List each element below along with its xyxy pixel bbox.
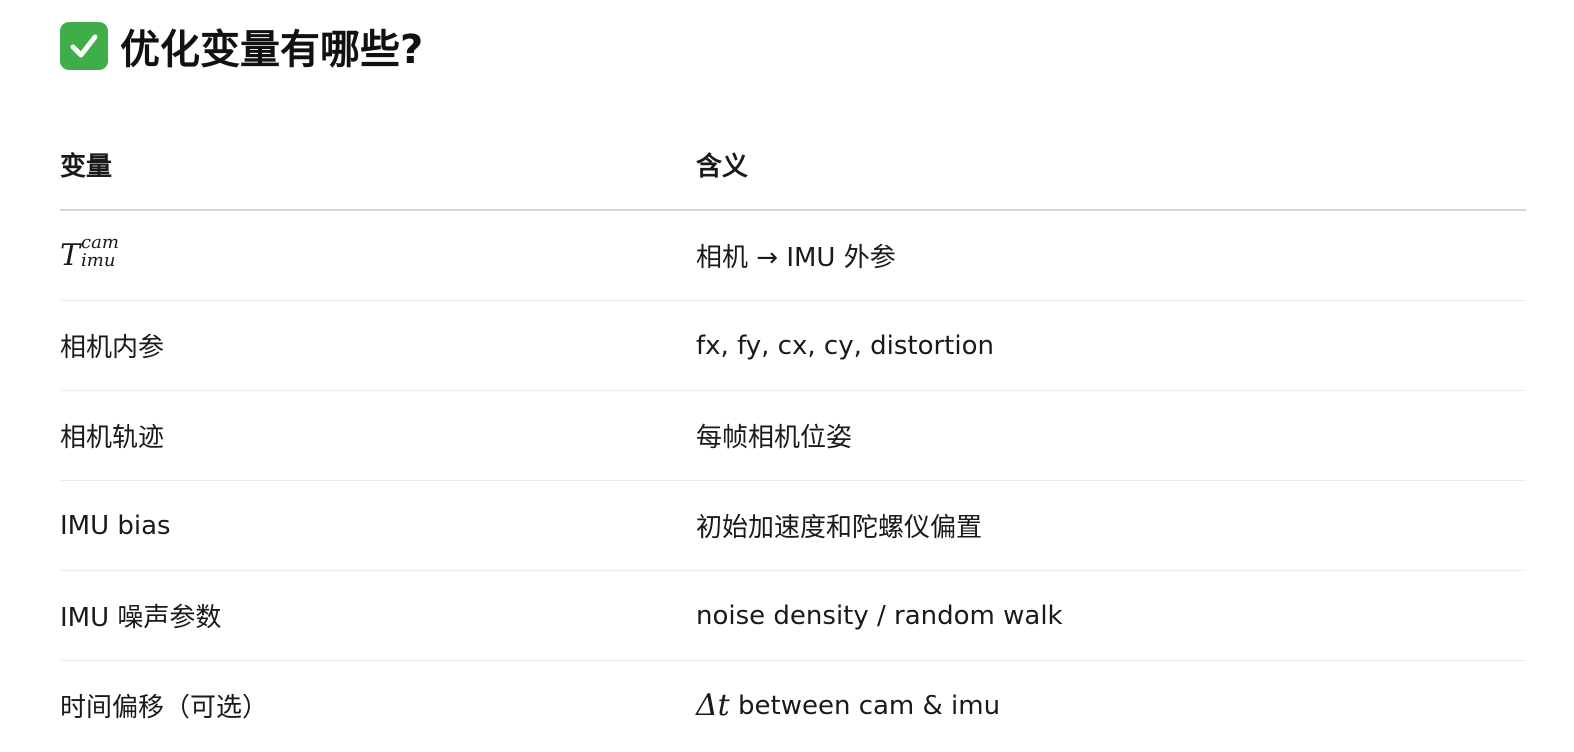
variable-cell: 相机轨迹 xyxy=(60,423,165,453)
meaning-cell: 每帧相机位姿 xyxy=(696,423,853,453)
table-header-row: 变量 含义 xyxy=(60,120,1526,211)
table-row: IMU bias 初始加速度和陀螺仪偏置 xyxy=(60,481,1526,571)
table-row: 相机内参 fx, fy, cx, cy, distortion xyxy=(60,301,1526,391)
meaning-cell: Δt between cam & imu xyxy=(696,661,1000,750)
variables-table: 变量 含义 T cam imu 相机 → IMU 外参 相机内参 fx, fy,… xyxy=(60,120,1526,750)
variable-cell: IMU 噪声参数 xyxy=(60,603,222,633)
math-base: T xyxy=(60,238,81,273)
meaning-cell: 初始加速度和陀螺仪偏置 xyxy=(696,513,983,543)
meaning-text: between cam & imu xyxy=(729,690,1001,721)
table-row: 时间偏移（可选） Δt between cam & imu xyxy=(60,661,1526,750)
meaning-cell: noise density / random walk xyxy=(696,600,1063,631)
math-subscript: imu xyxy=(81,249,116,271)
meaning-cell: 相机 → IMU 外参 xyxy=(696,243,896,273)
variable-cell: IMU bias xyxy=(60,510,171,541)
header-meaning: 含义 xyxy=(696,152,749,182)
variable-cell: 相机内参 xyxy=(60,333,165,363)
variable-cell: T cam imu xyxy=(60,211,119,300)
math-superscript: cam xyxy=(81,231,119,253)
math-delta-t: Δt xyxy=(696,688,730,723)
header-variable: 变量 xyxy=(60,152,113,182)
check-mark-button-icon xyxy=(60,22,108,70)
table-row: IMU 噪声参数 noise density / random walk xyxy=(60,571,1526,661)
table-row: T cam imu 相机 → IMU 外参 xyxy=(60,211,1526,301)
variable-cell: 时间偏移（可选） xyxy=(60,693,269,723)
math-variable-t-cam-imu: T cam imu xyxy=(60,233,119,273)
heading-text: 优化变量有哪些? xyxy=(120,27,424,73)
meaning-cell: fx, fy, cx, cy, distortion xyxy=(696,330,994,361)
table-row: 相机轨迹 每帧相机位姿 xyxy=(60,391,1526,481)
page-heading: 优化变量有哪些? xyxy=(60,18,423,74)
